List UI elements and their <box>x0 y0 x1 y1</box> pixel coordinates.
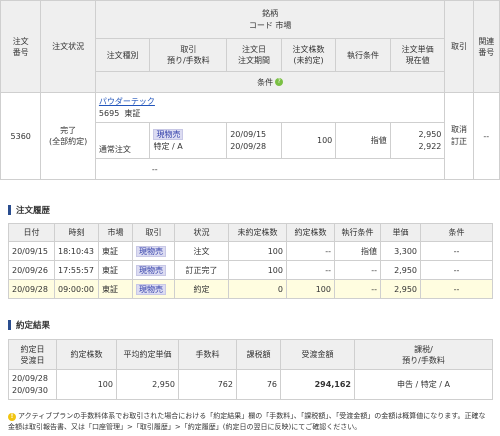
history-date: 20/09/28 <box>8 279 55 299</box>
history-unfilled: 0 <box>228 279 287 299</box>
history-price: 2,950 <box>380 279 421 299</box>
history-exec: -- <box>334 260 381 280</box>
order-type-cell: 通常注文 <box>94 122 151 159</box>
history-market: 東証 <box>98 260 133 280</box>
history-cond: -- <box>420 260 493 280</box>
history-row: 20/09/28 09:00:00 東証 現物売 約定 0 100 -- 2,9… <box>8 279 493 299</box>
fee-note: ! アクティブプランの手数料体系でお取引された場合における「約定結果」欄の「手数料… <box>8 412 486 431</box>
order-date-cell: 20/09/15 20/09/28 <box>226 122 282 159</box>
history-exec: 指値 <box>334 241 381 261</box>
header-brand: 銘柄 コード 市場 <box>94 0 446 39</box>
condition-cell: -- <box>94 158 446 180</box>
result-qty: 100 <box>56 369 117 400</box>
history-price: 2,950 <box>380 260 421 280</box>
history-trade: 現物売 <box>132 260 175 280</box>
history-time: 09:00:00 <box>54 279 99 299</box>
history-header-filled: 約定株数 <box>286 223 335 242</box>
history-unfilled: 100 <box>228 241 287 261</box>
header-trade: 取引 預り/手数料 <box>149 38 228 72</box>
history-status: 約定 <box>174 279 229 299</box>
result-kind: 申告 / 特定 / A <box>354 369 493 400</box>
trade-sub: 特定 / A <box>153 141 183 151</box>
history-header-date: 日付 <box>8 223 55 242</box>
history-cond: -- <box>420 241 493 261</box>
history-header-cond: 条件 <box>420 223 493 242</box>
result-tax: 76 <box>236 369 281 400</box>
header-price: 注文単価 現在値 <box>389 38 446 72</box>
result-header-fee: 手数料 <box>178 339 237 370</box>
result-table: 約定日 受渡日 約定株数 平均約定単価 手数料 課税額 受渡金額 課税/ 預り/… <box>8 339 493 400</box>
history-header-unfilled: 未約定株数 <box>228 223 287 242</box>
history-time: 18:10:43 <box>54 241 99 261</box>
result-header-date: 約定日 受渡日 <box>8 339 57 370</box>
history-filled: -- <box>286 260 335 280</box>
header-order-date: 注文日 注文期間 <box>226 38 282 72</box>
header-order-type: 注文種別 <box>94 38 151 72</box>
history-status: 訂正完了 <box>174 260 229 280</box>
result-avg: 2,950 <box>116 369 179 400</box>
history-unfilled: 100 <box>228 260 287 280</box>
history-header-trade: 取引 <box>132 223 175 242</box>
order-status-cell: 完了 (全部約定) <box>40 92 96 180</box>
history-header-market: 市場 <box>98 223 133 242</box>
history-filled: -- <box>286 241 335 261</box>
brand-market: 東証 <box>124 108 141 118</box>
history-row: 20/09/15 18:10:43 東証 現物売 注文 100 -- 指値 3,… <box>8 241 493 261</box>
result-fee: 762 <box>178 369 237 400</box>
header-exec-cond: 執行条件 <box>335 38 391 72</box>
history-section-title: 注文履歴 <box>8 204 50 216</box>
condition-help-icon[interactable]: ? <box>275 78 284 86</box>
trade-tag: 現物売 <box>153 128 184 140</box>
history-price: 3,300 <box>380 241 421 261</box>
result-section-title: 約定結果 <box>8 319 50 331</box>
history-header-time: 時刻 <box>54 223 99 242</box>
header-related: 関連 番号 <box>472 0 500 93</box>
section-bar-icon <box>8 320 11 330</box>
modify-link[interactable]: 訂正 <box>451 137 467 146</box>
history-filled: 100 <box>286 279 335 299</box>
order-qty-cell: 100 <box>280 122 337 159</box>
header-qty: 注文株数 (未約定) <box>280 38 337 72</box>
history-market: 東証 <box>98 241 133 261</box>
history-row: 20/09/26 17:55:57 東証 現物売 訂正完了 100 -- -- … <box>8 260 493 280</box>
history-header-status: 状況 <box>174 223 229 242</box>
history-table: 日付 時刻 市場 取引 状況 未約定株数 約定株数 執行条件 単価 条件 20/… <box>8 223 493 299</box>
order-action-cell: 取消 訂正 <box>444 92 474 180</box>
price-cell: 2,950 2,922 <box>389 122 446 159</box>
history-market: 東証 <box>98 279 133 299</box>
header-order-no: 注文 番号 <box>0 0 42 93</box>
result-header-amount: 受渡金額 <box>280 339 355 370</box>
history-date: 20/09/26 <box>8 260 55 280</box>
result-amount: 294,162 <box>280 369 355 400</box>
history-time: 17:55:57 <box>54 260 99 280</box>
result-header-avg: 平均約定単価 <box>116 339 179 370</box>
result-header-tax: 課税額 <box>236 339 281 370</box>
info-icon: ! <box>8 413 16 421</box>
brand-cell: パウダーテック 5695 東証 <box>94 92 446 123</box>
history-trade: 現物売 <box>132 279 175 299</box>
brand-name-link[interactable]: パウダーテック <box>99 97 155 106</box>
history-exec: -- <box>334 279 381 299</box>
related-no-cell: -- <box>472 92 500 180</box>
result-row: 20/09/28 20/09/30 100 2,950 762 76 294,16… <box>8 369 493 400</box>
section-bar-icon <box>8 205 11 215</box>
brand-code: 5695 <box>98 108 120 118</box>
header-conditions: 条件? <box>94 71 446 93</box>
order-summary-table: 注文 番号 注文状況 銘柄 コード 市場 取引 関連 番号 注文種別 取引 預り/… <box>0 0 500 180</box>
header-status: 注文状況 <box>40 0 96 93</box>
history-date: 20/09/15 <box>8 241 55 261</box>
result-date: 20/09/28 20/09/30 <box>8 369 57 400</box>
order-no-cell: 5360 <box>0 92 42 180</box>
history-cond: -- <box>420 279 493 299</box>
history-header-price: 単価 <box>380 223 421 242</box>
history-trade: 現物売 <box>132 241 175 261</box>
cancel-link[interactable]: 取消 <box>451 125 467 134</box>
result-header-kind: 課税/ 預り/手数料 <box>354 339 493 370</box>
result-header-qty: 約定株数 <box>56 339 117 370</box>
history-header-exec: 執行条件 <box>334 223 381 242</box>
exec-cond-cell: 指値 <box>335 122 391 159</box>
trade-cell: 現物売 特定 / A <box>149 122 228 159</box>
header-action: 取引 <box>444 0 474 93</box>
history-status: 注文 <box>174 241 229 261</box>
